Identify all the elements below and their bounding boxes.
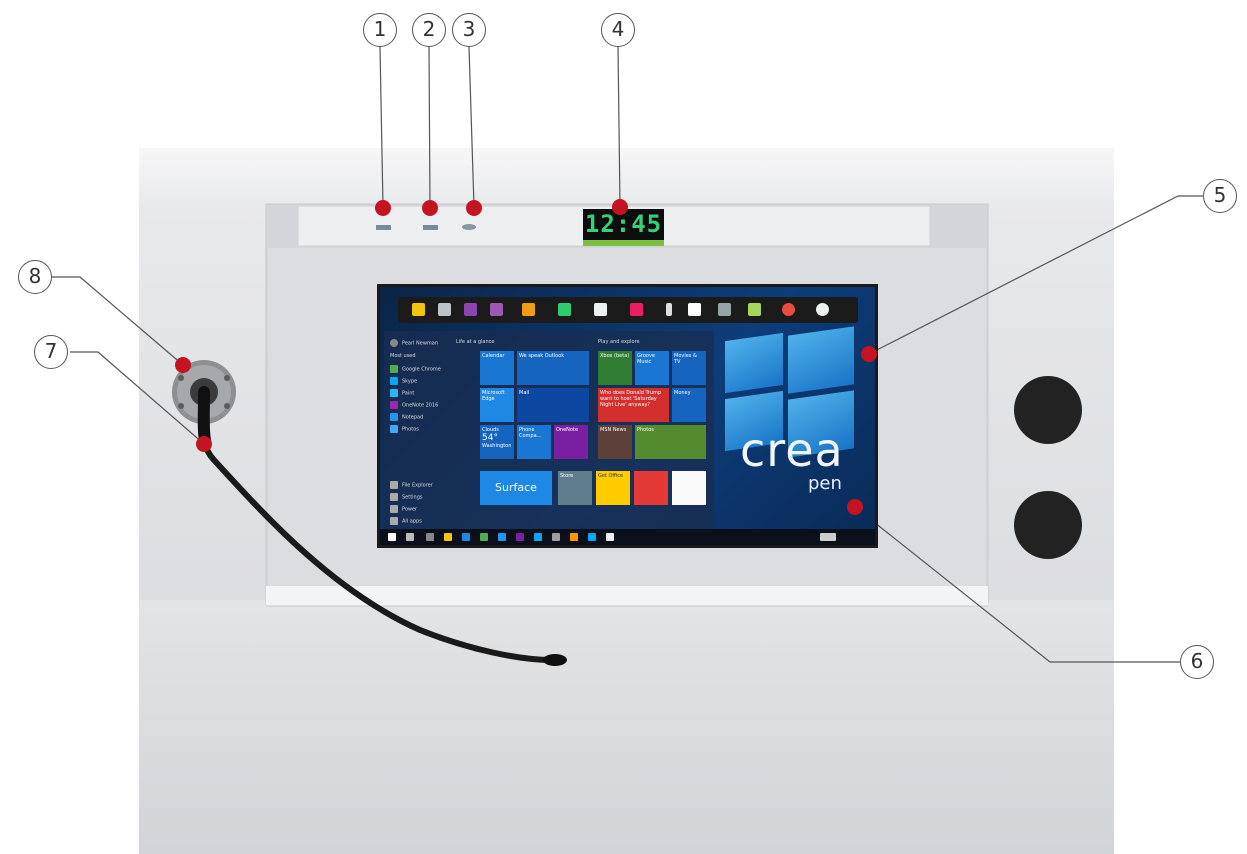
menu-item[interactable]: File Explorer bbox=[390, 481, 433, 491]
taskbar-app-icon[interactable] bbox=[588, 533, 596, 541]
menu-item[interactable]: Pearl Newman bbox=[390, 339, 438, 349]
eraser-icon bbox=[490, 303, 503, 316]
system-tray[interactable] bbox=[820, 533, 836, 541]
tiles-header: Life at a glance bbox=[456, 339, 495, 345]
tile-photos[interactable]: Photos bbox=[635, 425, 706, 459]
text-icon bbox=[594, 303, 607, 316]
mic-head bbox=[543, 654, 567, 666]
menu-item[interactable]: Paint bbox=[390, 389, 414, 399]
tile-edge[interactable]: Microsoft Edge bbox=[480, 388, 514, 422]
menu-item: Most used bbox=[390, 353, 416, 359]
task-view-icon[interactable] bbox=[406, 533, 414, 541]
button-2 bbox=[423, 225, 438, 230]
button-3 bbox=[462, 224, 476, 230]
tile-groove[interactable]: Groove Music bbox=[635, 351, 669, 385]
marker-dot-4 bbox=[612, 199, 628, 215]
menu-item[interactable]: OneNote 2016 bbox=[390, 401, 438, 411]
menu-item[interactable]: Power bbox=[390, 505, 417, 515]
start-menu: Pearl Newman Most used Google Chrome Sky… bbox=[384, 331, 714, 539]
settings-icon[interactable] bbox=[606, 533, 614, 541]
menu-item[interactable]: Skype bbox=[390, 377, 417, 387]
callout-8: 8 bbox=[18, 260, 52, 294]
tile-money[interactable]: Money bbox=[672, 388, 706, 422]
clock-display: 12:45 bbox=[583, 209, 664, 246]
whiteboard-icon bbox=[688, 303, 701, 316]
tile-mail[interactable]: Mail bbox=[517, 388, 589, 422]
cursor-icon bbox=[666, 303, 672, 316]
tile-calendar[interactable]: Calendar bbox=[480, 351, 514, 385]
pen-icon bbox=[522, 303, 535, 316]
tile-movies[interactable]: Movies & TV bbox=[672, 351, 706, 385]
start-icon[interactable] bbox=[388, 533, 396, 541]
callout-7: 7 bbox=[34, 335, 68, 369]
tile-weather[interactable]: Clouds 54° Washington bbox=[480, 425, 514, 459]
cabinet-lower bbox=[139, 600, 1114, 854]
menu-item[interactable]: Settings bbox=[390, 493, 423, 503]
marker-dot-8 bbox=[175, 357, 191, 373]
tiles-header: Play and explore bbox=[598, 339, 640, 345]
taskbar-app-icon[interactable] bbox=[570, 533, 578, 541]
product-diagram: 12:45 crea pen Pearl Newman Most used Go… bbox=[0, 0, 1247, 854]
callout-2: 2 bbox=[412, 13, 446, 47]
callout-6: 6 bbox=[1180, 645, 1214, 679]
button-1 bbox=[376, 225, 391, 230]
highlighter-icon bbox=[558, 303, 571, 316]
tile-get-office[interactable]: Get Office bbox=[596, 471, 630, 505]
cable-knockout-upper bbox=[1014, 376, 1082, 444]
callout-4: 4 bbox=[601, 13, 635, 47]
tile-outlook[interactable]: We speak Outlook bbox=[517, 351, 589, 385]
shape-icon bbox=[464, 303, 477, 316]
marker-dot-2 bbox=[422, 200, 438, 216]
onenote-icon[interactable] bbox=[516, 533, 524, 541]
folder-icon bbox=[412, 303, 425, 316]
annotation-toolbar bbox=[398, 297, 858, 323]
marker-icon bbox=[630, 303, 643, 316]
edge-icon[interactable] bbox=[462, 533, 470, 541]
tile-store[interactable]: Store bbox=[558, 471, 592, 505]
chrome-icon[interactable] bbox=[480, 533, 488, 541]
windows-logo-pane bbox=[788, 326, 854, 394]
file-explorer-icon[interactable] bbox=[444, 533, 452, 541]
marker-dot-1 bbox=[375, 200, 391, 216]
tile-flipboard[interactable] bbox=[634, 471, 668, 505]
brand-logo-crea: crea bbox=[740, 423, 844, 477]
tile-news[interactable]: Who does Donald Trump want to host 'Satu… bbox=[598, 388, 669, 422]
tile-puzzle[interactable] bbox=[672, 471, 706, 505]
windows-logo-pane bbox=[725, 332, 783, 394]
tile-msnews[interactable]: MSN News bbox=[598, 425, 632, 459]
tile-surface[interactable]: Surface bbox=[480, 471, 552, 505]
marker-dot-5 bbox=[861, 346, 877, 362]
callout-1: 1 bbox=[363, 13, 397, 47]
cable-knockout-lower bbox=[1014, 491, 1082, 559]
callout-3: 3 bbox=[452, 13, 486, 47]
brand-logo-pen: pen bbox=[808, 473, 842, 494]
tile-onenote[interactable]: OneNote bbox=[554, 425, 588, 459]
taskbar bbox=[380, 529, 875, 545]
menu-item[interactable]: Photos bbox=[390, 425, 419, 435]
fill-icon bbox=[748, 303, 761, 316]
skype-icon[interactable] bbox=[534, 533, 542, 541]
taskbar-app-icon[interactable] bbox=[498, 533, 506, 541]
menu-item[interactable]: Notepad bbox=[390, 413, 423, 423]
taskbar-app-icon[interactable] bbox=[426, 533, 434, 541]
callout-5: 5 bbox=[1203, 179, 1237, 213]
marker-dot-3 bbox=[466, 200, 482, 216]
touchscreen-display: crea pen Pearl Newman Most used Google C… bbox=[377, 284, 878, 548]
clipboard-icon bbox=[438, 303, 451, 316]
marker-dot-7 bbox=[196, 436, 212, 452]
marker-dot-6 bbox=[847, 499, 863, 515]
taskbar-app-icon[interactable] bbox=[552, 533, 560, 541]
tile-xbox[interactable]: Xbox (beta) bbox=[598, 351, 632, 385]
record-icon bbox=[782, 303, 795, 316]
tile-phone[interactable]: Phone Compa... bbox=[517, 425, 551, 459]
line-icon bbox=[718, 303, 731, 316]
menu-item[interactable]: Google Chrome bbox=[390, 365, 441, 375]
camera-icon bbox=[816, 303, 829, 316]
clock-status-bar bbox=[583, 240, 664, 246]
menu-item[interactable]: All apps bbox=[390, 517, 422, 527]
